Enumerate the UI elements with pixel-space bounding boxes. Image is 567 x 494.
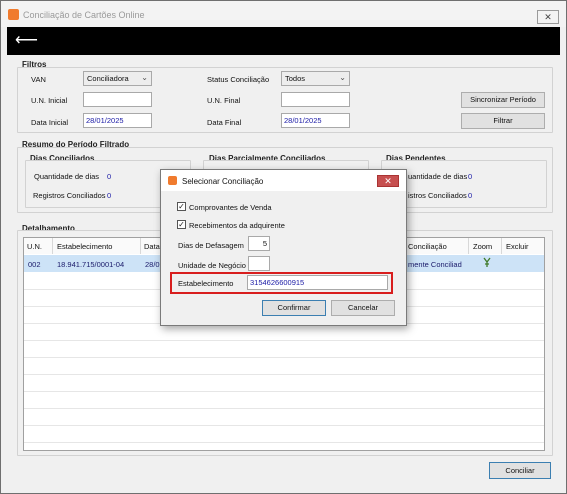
chevron-down-icon: ⌄ — [141, 73, 148, 82]
un-inicial-input[interactable] — [83, 92, 152, 107]
row-divider — [24, 357, 544, 358]
row-estabelecimento: 18.941.715/0001-04 — [57, 260, 125, 269]
dialog-title: Selecionar Conciliação — [182, 177, 264, 186]
data-final-label: Data Final — [207, 118, 242, 127]
dias-defasagem-input[interactable]: 5 — [248, 236, 270, 251]
registros-conciliados-label: Registros Conciliados — [33, 191, 106, 200]
column-divider — [468, 238, 469, 254]
app-icon — [8, 9, 19, 20]
col-conciliacao[interactable]: Conciliação — [408, 242, 447, 251]
col-zoom[interactable]: Zoom — [473, 242, 492, 251]
un-final-label: U.N. Final — [207, 96, 241, 105]
column-divider — [140, 238, 141, 254]
cancelar-button[interactable]: Cancelar — [331, 300, 395, 316]
van-label: VAN — [31, 75, 46, 84]
dias-defasagem-label: Dias de Defasagem — [178, 241, 244, 250]
row-divider — [24, 408, 544, 409]
status-select-value: Todos — [285, 74, 306, 83]
recebimentos-checkbox[interactable]: ✓ — [177, 220, 186, 229]
comprovantes-checkbox[interactable]: ✓ — [177, 202, 186, 211]
pendentes-registros-value: 0 — [468, 191, 473, 200]
col-estabelecimento[interactable]: Estabelecimento — [57, 242, 112, 251]
un-inicial-label: U.N. Inicial — [31, 96, 68, 105]
status-select[interactable]: Todos ⌄ — [281, 71, 350, 86]
col-excluir[interactable]: Excluir — [506, 242, 529, 251]
zoom-icon[interactable] — [482, 257, 492, 268]
toolbar — [7, 27, 560, 55]
van-select[interactable]: Conciliadora ⌄ — [83, 71, 152, 86]
confirmar-button[interactable]: Confirmar — [262, 300, 326, 316]
row-divider — [24, 340, 544, 341]
pendentes-quantidade-label: uantidade de dias — [408, 172, 468, 181]
row-conciliacao: mente Conciliad — [408, 260, 462, 269]
row-data: 28/0 — [145, 260, 160, 269]
comprovantes-label: Comprovantes de Venda — [189, 203, 272, 212]
row-divider — [24, 442, 544, 443]
unidade-negocio-input[interactable] — [248, 256, 270, 271]
data-inicial-label: Data Inicial — [31, 118, 69, 127]
row-divider — [24, 391, 544, 392]
row-divider — [24, 425, 544, 426]
pendentes-registros-label: istros Conciliados — [408, 191, 467, 200]
filtrar-button[interactable]: Filtrar — [461, 113, 545, 129]
column-divider — [501, 238, 502, 254]
recebimentos-label: Recebimentos da adquirente — [189, 221, 285, 230]
col-data[interactable]: Data — [144, 242, 160, 251]
un-final-input[interactable] — [281, 92, 350, 107]
estabelecimento-input[interactable]: 3154626600915 — [247, 275, 388, 290]
sincronizar-periodo-button[interactable]: Sincronizar Período — [461, 92, 545, 108]
registros-conciliados-value: 0 — [107, 191, 112, 200]
selecionar-conciliacao-dialog: Selecionar Conciliação ✕ ✓ Comprovantes … — [160, 169, 407, 326]
data-inicial-input[interactable]: 28/01/2025 — [83, 113, 152, 128]
window-title: Conciliação de Cartões Online — [23, 10, 145, 20]
row-divider — [24, 374, 544, 375]
back-arrow-icon[interactable]: ⟵ — [15, 33, 38, 49]
window-close-button[interactable]: ✕ — [537, 10, 559, 24]
row-un: 002 — [28, 260, 41, 269]
dialog-close-button[interactable]: ✕ — [377, 175, 399, 187]
conciliar-button[interactable]: Conciliar — [489, 462, 551, 479]
dialog-app-icon — [168, 176, 177, 185]
estabelecimento-label: Estabelecimento — [178, 279, 234, 288]
col-un[interactable]: U.N. — [27, 242, 42, 251]
pendentes-quantidade-value: 0 — [468, 172, 473, 181]
data-final-input[interactable]: 28/01/2025 — [281, 113, 350, 128]
chevron-down-icon: ⌄ — [339, 73, 346, 82]
status-label: Status Conciliação — [207, 75, 270, 84]
quantidade-dias-label: Quantidade de dias — [34, 172, 100, 181]
unidade-negocio-label: Unidade de Negócio — [178, 261, 246, 270]
column-divider — [52, 238, 53, 254]
quantidade-dias-value: 0 — [107, 172, 112, 181]
van-select-value: Conciliadora — [87, 74, 129, 83]
